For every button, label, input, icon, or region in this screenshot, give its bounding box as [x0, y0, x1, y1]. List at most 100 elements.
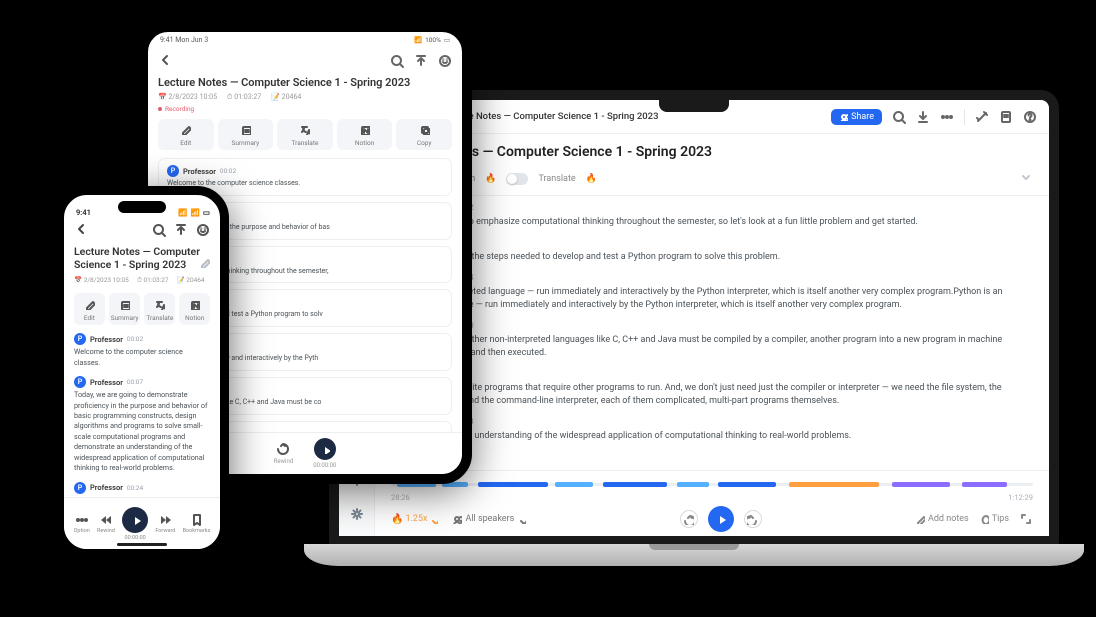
speaker-name: Professor: [90, 483, 123, 492]
tool-edit[interactable]: Edit: [158, 119, 214, 150]
player-bar: 28:26 1:12:29 🔥 1.25x All speakers: [375, 470, 1049, 536]
auto-correct-toggle[interactable]: [506, 173, 528, 185]
tool-summary[interactable]: Summary: [109, 293, 141, 325]
timeline[interactable]: [391, 477, 1033, 491]
chevron-down-icon: [1019, 170, 1033, 184]
transcript-segment[interactable]: P Professor 00:51 In both cases, we writ…: [391, 368, 1033, 408]
timestamp[interactable]: 00:02: [220, 167, 236, 175]
notion-icon: [359, 124, 370, 135]
edit-icon: [915, 514, 925, 524]
speaker-badge: P: [74, 482, 86, 494]
edit-icon: [180, 124, 191, 135]
back-button[interactable]: [74, 221, 88, 240]
translate-label[interactable]: Translate: [538, 174, 575, 184]
search-icon[interactable]: [390, 54, 404, 68]
transcript-segment[interactable]: P Professor 00:24 Python is an interpret…: [391, 272, 1033, 312]
tool-edit[interactable]: Edit: [74, 293, 105, 325]
play-button[interactable]: [708, 506, 734, 532]
current-time: 28:26: [391, 493, 410, 502]
battery-icon: ▭: [203, 208, 210, 217]
forward-icon: [159, 513, 172, 526]
play-icon: [130, 514, 141, 525]
options-chevron[interactable]: [1019, 170, 1033, 187]
option-button[interactable]: Option: [74, 513, 90, 534]
breadcrumb-leaf[interactable]: Lecture Notes — Computer Science 1 - Spr…: [442, 111, 659, 122]
translate-icon: [299, 124, 310, 135]
edit-icon: [84, 299, 95, 310]
wand-icon[interactable]: [975, 110, 989, 124]
total-time: 1:12:29: [1008, 493, 1033, 502]
bookmarks-button[interactable]: Bookmarks: [183, 513, 211, 534]
timestamp[interactable]: 00:02: [127, 335, 143, 343]
segment-text: Programs in some other non-interpreted l…: [391, 334, 1033, 360]
share-button[interactable]: Share: [831, 109, 882, 125]
bulb-icon: [979, 514, 989, 524]
speaker-badge: P: [167, 165, 179, 177]
transcript-segment[interactable]: P Professor 00:11 We will talk through t…: [391, 237, 1033, 264]
transcript-segment[interactable]: P Professor 00:02 Welcome to the compute…: [74, 333, 210, 368]
tool-notion[interactable]: Notion: [337, 119, 393, 150]
play-icon: [320, 444, 330, 454]
smile-icon[interactable]: [438, 54, 452, 68]
tool-copy[interactable]: Copy: [396, 119, 452, 150]
summary-icon: [240, 124, 251, 135]
share-icon[interactable]: [174, 223, 188, 237]
expand-button[interactable]: [1019, 512, 1033, 526]
play-button[interactable]: [122, 507, 148, 533]
speed-control[interactable]: 🔥 1.25x: [391, 514, 438, 525]
page-title: Lecture Notes — Computer Science 1 - Spr…: [391, 144, 1033, 160]
users-icon: [839, 112, 848, 121]
timestamp[interactable]: 00:07: [127, 378, 143, 386]
more-icon[interactable]: [940, 110, 954, 124]
speakers-filter[interactable]: All speakers: [452, 514, 526, 524]
speaker-badge: P: [74, 333, 86, 345]
tips-button[interactable]: Tips: [979, 514, 1009, 524]
rewind-10-button[interactable]: [680, 510, 698, 528]
recording-status: Recording: [158, 105, 452, 113]
translate-icon: [154, 299, 165, 310]
segment-text: Today, we are going to demonstrate profi…: [74, 390, 210, 474]
help-icon[interactable]: [1023, 110, 1037, 124]
nav-settings[interactable]: [345, 502, 369, 526]
fire-icon: 🔥: [485, 174, 496, 184]
tool-summary[interactable]: Summary: [218, 119, 274, 150]
battery-pct: 100%: [425, 36, 441, 44]
play-time: 00:00:00: [313, 462, 336, 469]
rewind-button[interactable]: Rewind: [97, 513, 115, 534]
transcript-segment[interactable]: P Professor 00:40 Programs in some other…: [391, 320, 1033, 360]
transcript-segment[interactable]: P Professor 00:07 Today, we are going to…: [74, 376, 210, 474]
phone-title: Lecture Notes — Computer Science 1 - Spr…: [74, 245, 210, 271]
rewind-icon: [683, 514, 694, 525]
segment-text: Python is an interpreted language — run …: [391, 286, 1033, 312]
download-icon[interactable]: [916, 110, 930, 124]
topbar-search-icon[interactable]: [892, 110, 906, 124]
tool-notion[interactable]: Notion: [179, 293, 210, 325]
add-notes-button[interactable]: Add notes: [915, 514, 969, 524]
users-icon: [452, 514, 462, 524]
play-time: 00:00:00: [125, 535, 146, 541]
gear-icon: [350, 507, 364, 521]
segment-text: And demonstrate an understanding of the …: [391, 430, 1033, 443]
forward-10-button[interactable]: [744, 510, 762, 528]
transcript-segment[interactable]: P Professor 00:02 Now We are going to em…: [391, 202, 1033, 229]
segment-text: Welcome to the computer science classes.: [74, 347, 210, 368]
home-indicator[interactable]: [117, 543, 167, 546]
tool-translate[interactable]: Translate: [277, 119, 333, 150]
segment-text: We will talk through the steps needed to…: [391, 251, 1033, 264]
phone-player: Option Rewind 00:00:00 Forward Bookmarks: [64, 497, 220, 549]
forward-button[interactable]: Forward: [155, 513, 175, 534]
summary-icon: [119, 299, 130, 310]
transcript[interactable]: P Professor 00:02 Now We are going to em…: [375, 196, 1049, 470]
tool-translate[interactable]: Translate: [144, 293, 175, 325]
play-button[interactable]: [314, 438, 336, 460]
transcript-segment[interactable]: P Professor 01:08 And demonstrate an und…: [391, 416, 1033, 443]
smile-icon[interactable]: [196, 223, 210, 237]
rewind-icon: [99, 513, 112, 526]
rewind-button[interactable]: Rewind: [274, 442, 294, 465]
timestamp[interactable]: 00:24: [127, 484, 143, 492]
search-icon[interactable]: [152, 223, 166, 237]
edit-title-icon[interactable]: [199, 257, 210, 271]
share-icon[interactable]: [414, 54, 428, 68]
note-icon[interactable]: [999, 110, 1013, 124]
back-button[interactable]: [158, 52, 172, 71]
